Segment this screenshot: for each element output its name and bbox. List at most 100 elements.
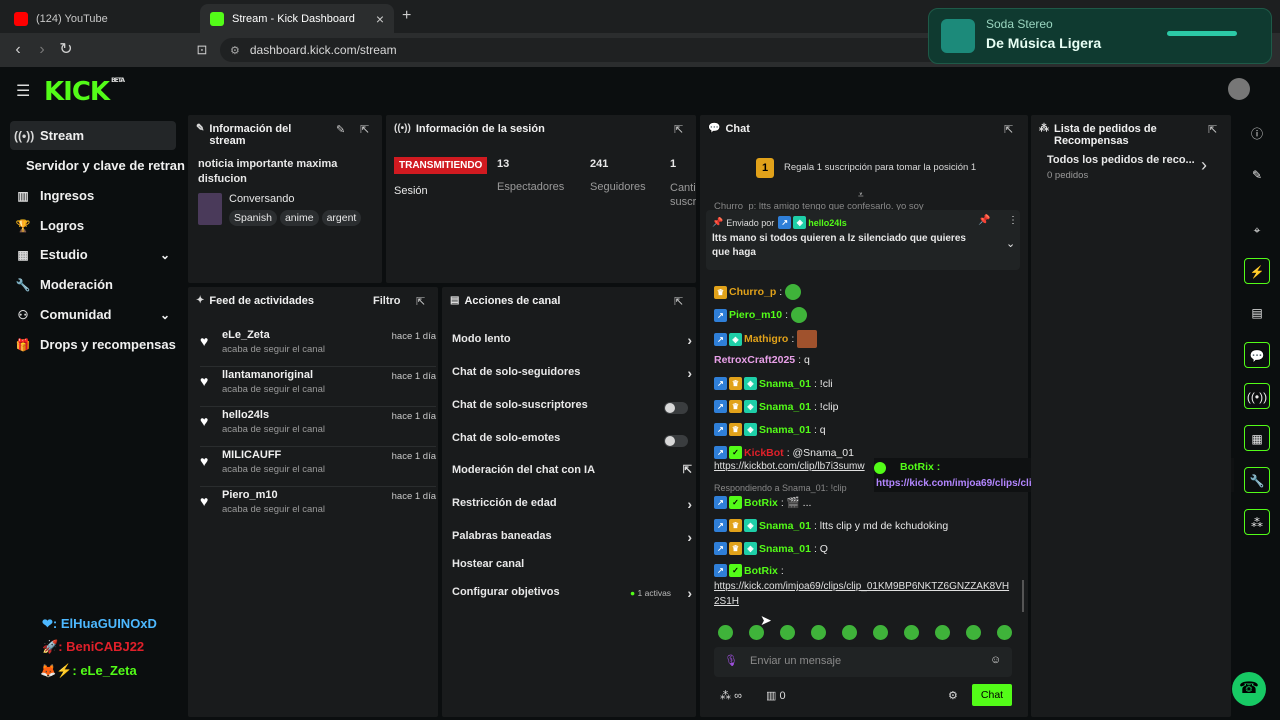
chat-message: ↗ ♛ ◈ Snama_01: Q xyxy=(714,542,828,555)
bookmark-icon[interactable]: ⊡ xyxy=(192,40,212,60)
chat-icon: 💬 xyxy=(708,123,721,134)
gift-prompt[interactable]: Regala 1 suscripción para tomar la posic… xyxy=(784,162,976,173)
chat-message: ↗ ♛ ◈ Snama_01: q xyxy=(714,423,826,436)
filter-button[interactable]: Filtro xyxy=(373,295,401,307)
chevron-right-icon[interactable]: › xyxy=(1201,155,1207,176)
edit-icon[interactable]: ✎ xyxy=(1244,162,1270,188)
rewards-icon[interactable]: ⁂ xyxy=(1244,509,1270,535)
emote-icon xyxy=(811,625,826,640)
feed-item: ♥ Piero_m10 acaba de seguir el canal hac… xyxy=(200,489,436,515)
music-notification[interactable]: Soda Stereo De Música Ligera xyxy=(928,8,1272,64)
close-tab-icon[interactable]: × xyxy=(376,11,384,27)
sidebar-item-server-key[interactable]: Servidor y clave de retransm xyxy=(22,151,185,180)
popout-icon[interactable]: ⇱ xyxy=(674,295,688,309)
feed-item: ♥ llantamanoriginal acaba de seguir el c… xyxy=(200,369,436,407)
chat-link[interactable]: https://kickbot.com/clip/lb7i3sumw xyxy=(714,461,865,472)
site-info-icon[interactable]: ⚙ xyxy=(230,44,240,57)
popout-icon[interactable]: ⇱ xyxy=(1004,123,1018,137)
scrollbar[interactable] xyxy=(1022,580,1024,612)
wrench-icon[interactable]: 🔧 xyxy=(1244,467,1270,493)
info-icon[interactable]: ⓘ xyxy=(1244,121,1270,147)
store-display[interactable]: ▥ 0 xyxy=(766,689,786,702)
broadcast-icon[interactable]: ((•)) xyxy=(1244,383,1270,409)
action-slow-mode[interactable]: Modo lento › xyxy=(452,332,692,353)
action-followers-only[interactable]: Chat de solo-seguidores › xyxy=(452,365,692,386)
tag: argent xyxy=(321,210,362,226)
trophy-icon: 🏆 xyxy=(15,218,31,233)
live-status-badge: TRANSMITIENDO xyxy=(394,157,488,174)
avatar[interactable] xyxy=(1228,78,1250,100)
tab-kick-dashboard[interactable]: Stream - Kick Dashboard × xyxy=(200,4,394,33)
all-orders-link[interactable]: Todos los pedidos de reco... xyxy=(1047,154,1197,166)
sidebar-item-ingresos[interactable]: ▥ Ingresos xyxy=(10,181,176,210)
sidebar: ((•)) Stream Servidor y clave de retrans… xyxy=(0,112,185,720)
chat-icon[interactable]: 💬 xyxy=(1244,342,1270,368)
action-banned-words[interactable]: Palabras baneadas › xyxy=(452,529,692,550)
new-tab-icon[interactable]: + xyxy=(402,7,411,25)
target-icon[interactable]: ⌖ xyxy=(1244,217,1270,243)
chat-message: ↗ ◈ Mathigro: xyxy=(714,330,818,348)
bolt-icon[interactable]: ⚡ xyxy=(1244,258,1270,284)
gift-icon: 🎁 xyxy=(15,337,31,352)
sidebar-item-drops[interactable]: 🎁 Drops y recompensas xyxy=(10,330,176,359)
action-configure-goals[interactable]: Configurar objetivos ● 1 activas › xyxy=(452,585,692,606)
points-display[interactable]: ⁂ ∞ xyxy=(720,689,742,702)
emote-icon xyxy=(935,625,950,640)
tab-title: Stream - Kick Dashboard xyxy=(232,12,355,25)
subs-only-toggle[interactable] xyxy=(664,402,688,414)
sidebar-item-label: Ingresos xyxy=(40,188,95,203)
chevron-down-icon[interactable]: ⌄ xyxy=(1006,237,1015,250)
action-ai-moderation[interactable]: Moderación del chat con IA ⇱ xyxy=(452,464,692,484)
popout-icon[interactable]: ⇱ xyxy=(360,123,374,137)
emotes-only-toggle[interactable] xyxy=(664,435,688,447)
back-icon[interactable]: ‹ xyxy=(8,40,28,60)
sidebar-item-stream[interactable]: ((•)) Stream xyxy=(10,121,176,150)
chat-link[interactable]: https://kick.com/imjoa69/clips/clip_01KM… xyxy=(714,579,1010,609)
chevron-right-icon: › xyxy=(687,585,692,601)
progress-bar xyxy=(1167,31,1237,36)
shoutout-line: ❤: ElHuaGUINOxD xyxy=(42,616,157,631)
support-icon[interactable]: ☎ xyxy=(1232,672,1266,706)
forward-icon[interactable]: › xyxy=(32,40,52,60)
pinned-message: 📌 Enviado por ↗ ◈ hello24ls 📌 ⋮ ltts mano… xyxy=(706,210,1020,270)
actions-icon: ▤ xyxy=(450,295,460,306)
more-icon[interactable]: ⋮ xyxy=(1008,215,1018,226)
popout-icon[interactable]: ⇱ xyxy=(674,123,688,137)
sidebar-item-moderacion[interactable]: 🔧 Moderación xyxy=(10,270,176,299)
actions-icon[interactable]: ▦ xyxy=(1244,425,1270,451)
bolt-icon: ✦ xyxy=(196,295,205,306)
scroll-down-icon[interactable]: ⩡ xyxy=(858,190,864,201)
chevron-right-icon: › xyxy=(687,496,692,512)
stream-title: noticia importante maxima disfucion xyxy=(198,158,338,185)
sidebar-item-comunidad[interactable]: ⚇ Comunidad ⌄ xyxy=(10,300,176,329)
kick-logo[interactable]: KICK BETA xyxy=(44,77,125,107)
document-icon[interactable]: ▤ xyxy=(1244,300,1270,326)
emote-icon xyxy=(842,625,857,640)
mic-icon[interactable]: 🎙 xyxy=(724,654,738,667)
unpin-icon[interactable]: 📌 xyxy=(978,215,990,226)
tab-youtube[interactable]: (124) YouTube xyxy=(4,4,200,33)
send-chat-button[interactable]: Chat xyxy=(972,684,1012,706)
popout-icon[interactable]: ⇱ xyxy=(1208,123,1222,137)
chat-message: ↗ Piero_m10: xyxy=(714,307,808,323)
panel-title: ✎ Información del stream xyxy=(196,123,292,147)
action-age-restriction[interactable]: Restricción de edad › xyxy=(452,496,692,517)
chat-input-placeholder: Enviar un mensaje xyxy=(750,655,842,667)
edit-icon[interactable]: ✎ xyxy=(336,123,350,137)
feed-item: ♥ hello24ls acaba de seguir el canal hac… xyxy=(200,409,436,447)
chat-input[interactable]: 🎙 Enviar un mensaje ☺ xyxy=(714,647,1012,677)
sidebar-item-estudio[interactable]: ▦ Estudio ⌄ xyxy=(10,240,176,269)
pin-icon: 📌 xyxy=(712,217,724,227)
settings-icon[interactable]: ⚙ xyxy=(948,689,958,702)
action-emotes-only[interactable]: Chat de solo-emotes xyxy=(452,432,692,452)
action-subs-only[interactable]: Chat de solo-suscriptores xyxy=(452,399,692,419)
reload-icon[interactable]: ↻ xyxy=(56,40,76,60)
sidebar-item-logros[interactable]: 🏆 Logros xyxy=(10,211,176,240)
action-host-channel[interactable]: Hostear canal xyxy=(452,558,692,578)
popout-icon[interactable]: ⇱ xyxy=(416,295,430,309)
menu-icon[interactable]: ☰ xyxy=(16,81,30,101)
chat-message: RetroxCraft2025: q xyxy=(714,354,810,366)
badge-icon: ↗ xyxy=(714,308,727,322)
emoji-icon[interactable]: ☺ xyxy=(990,654,1001,666)
panel-title: ✦ Feed de actividades xyxy=(196,295,314,307)
